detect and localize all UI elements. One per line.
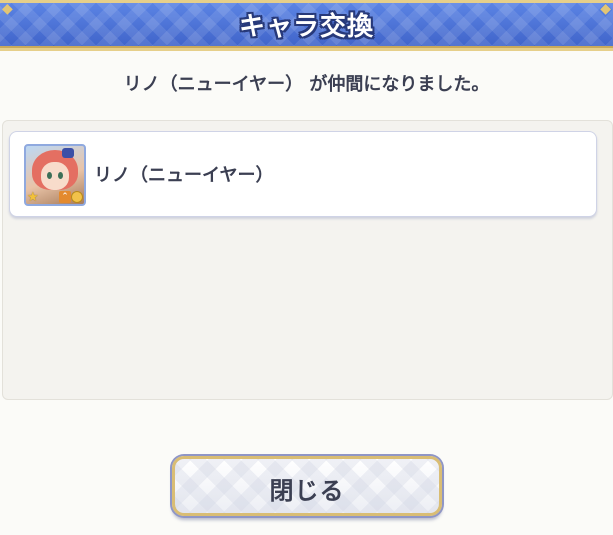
coin-icon <box>71 191 83 203</box>
character-row: ★ ⌃ リノ（ニューイヤー） <box>9 131 597 217</box>
dialog-header: ◆ キャラ交換 ◆ <box>0 0 613 51</box>
star-icon: ★ <box>27 190 39 205</box>
close-button[interactable]: 閉じる <box>172 456 442 516</box>
character-name: リノ（ニューイヤー） <box>94 165 274 186</box>
corner-ornament-icon: ◆ <box>600 1 611 17</box>
result-message: リノ（ニューイヤー） が仲間になりました。 <box>123 74 490 95</box>
close-button-label: 閉じる <box>269 477 345 505</box>
dialog-title: キャラ交換 <box>238 12 374 42</box>
rank-up-icon: ⌃ <box>59 191 71 203</box>
character-list-panel: ★ ⌃ リノ（ニューイヤー） <box>2 120 613 400</box>
character-exchange-dialog: ◆ キャラ交換 ◆ リノ（ニューイヤー） が仲間になりました。 ★ ⌃ リノ（ニ… <box>0 0 613 535</box>
character-portrait: ★ ⌃ <box>24 144 86 206</box>
